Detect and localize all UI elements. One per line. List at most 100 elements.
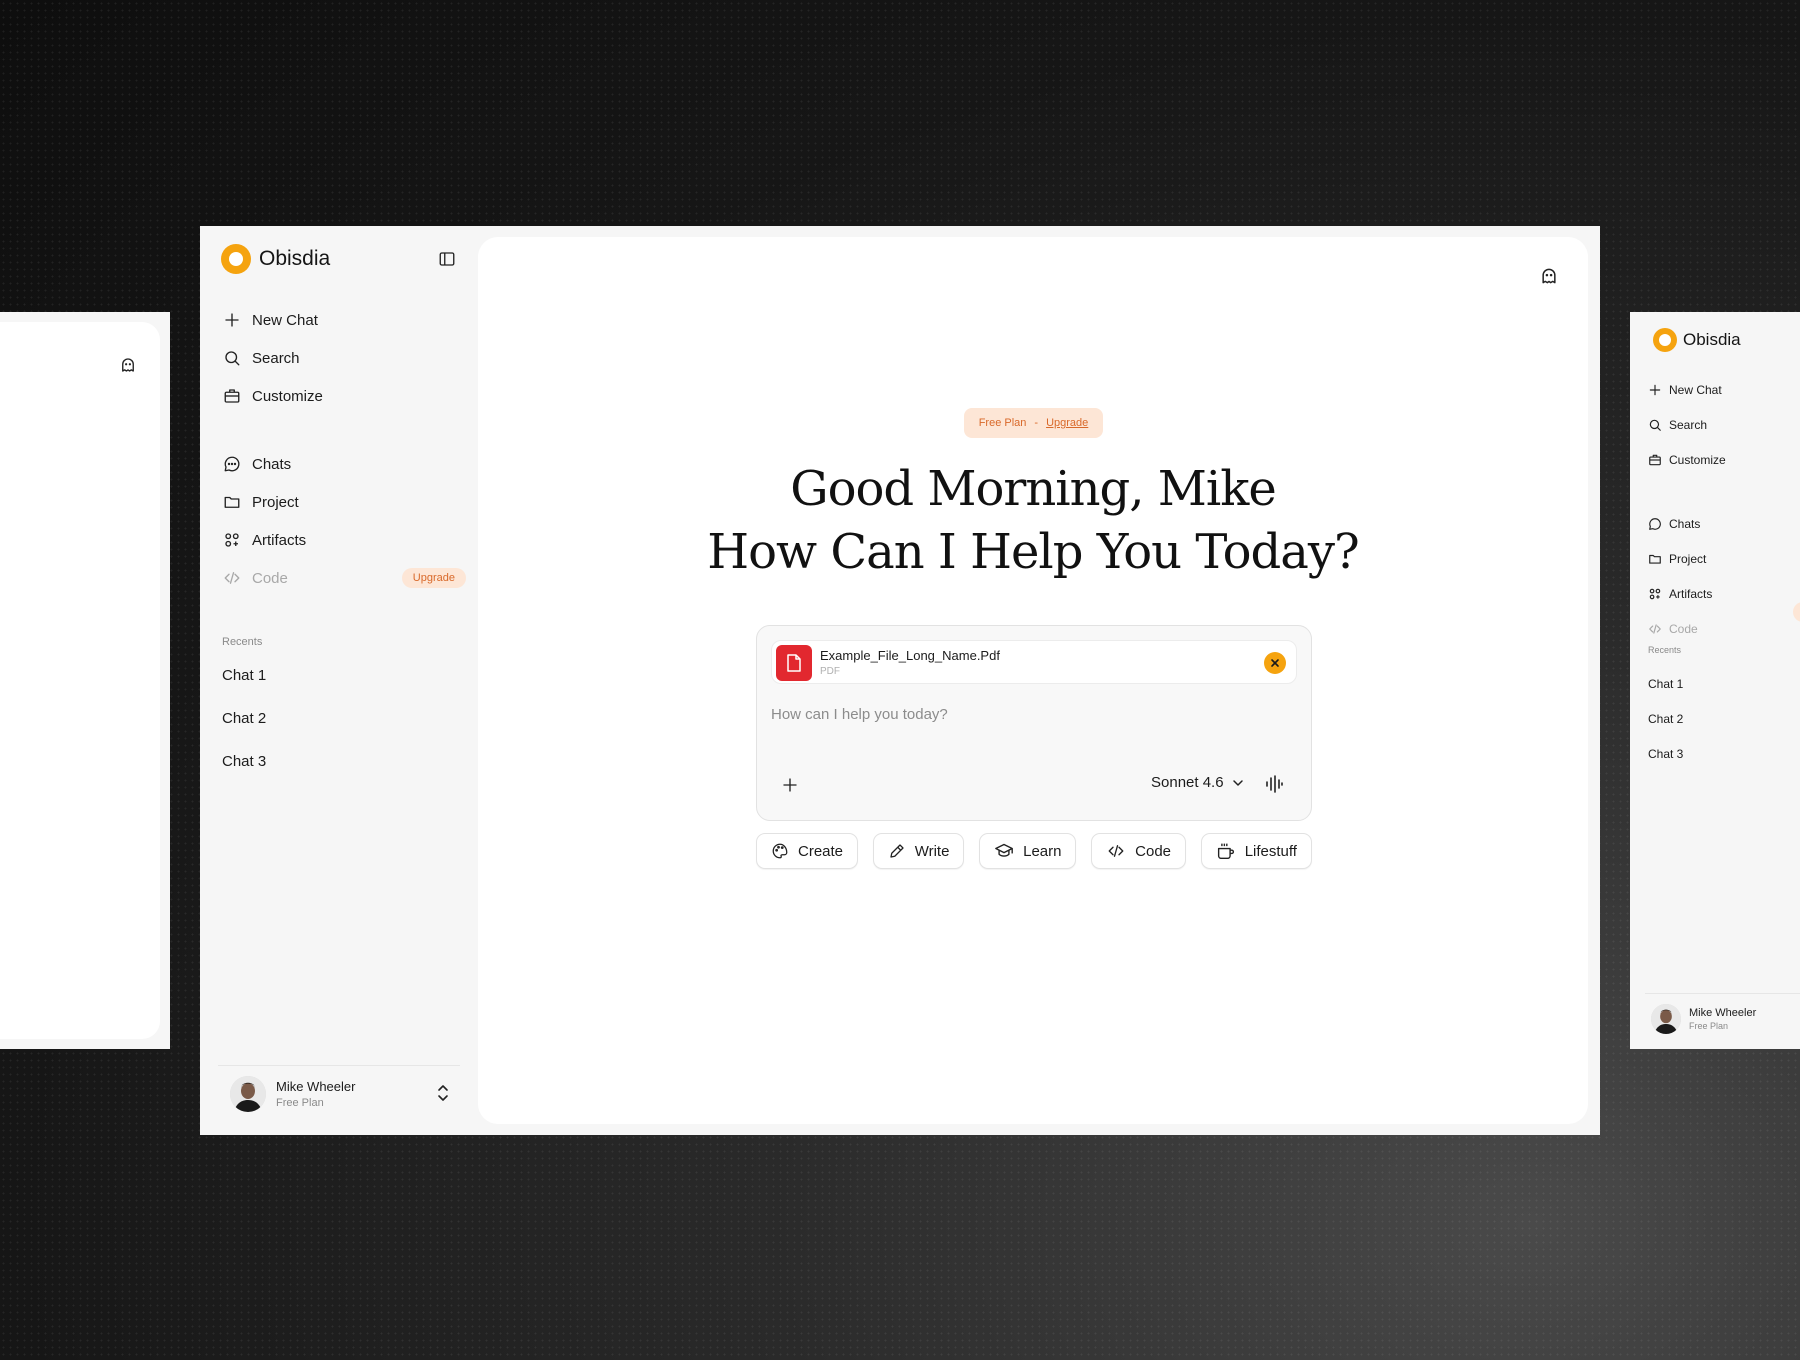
model-selector[interactable]: Sonnet 4.6 [1151, 774, 1244, 791]
main-window: Obisdia New Chat Search Customize Chats [200, 226, 1600, 1135]
chat-bubble-icon [1648, 517, 1662, 531]
left-partial-content [0, 322, 160, 1039]
chip-label: Lifestuff [1244, 842, 1297, 860]
sidebar-item-new-chat[interactable]: New Chat [1648, 372, 1798, 407]
chip-lifestuff[interactable]: Lifestuff [1200, 833, 1312, 869]
brand-name: Obisdia [259, 247, 331, 270]
user-menu[interactable]: Mike Wheeler Free Plan [218, 1065, 460, 1121]
recent-chat-item[interactable]: Chat 2 [1648, 701, 1683, 736]
secondary-nav: Chats Project Artifacts Code [1648, 506, 1798, 646]
sidebar-item-label: Chats [1669, 516, 1701, 531]
recent-chat-item[interactable]: Chat 1 [1648, 666, 1683, 701]
pdf-file-icon [776, 645, 812, 681]
secondary-nav: Chats Project Artifacts Code Upgrade [222, 445, 466, 597]
chip-label: Write [914, 842, 950, 860]
composer: Example_File_Long_Name.Pdf PDF Sonnet 4.… [756, 625, 1312, 821]
sidebar-item-label: Customize [1669, 452, 1726, 467]
user-plan: Free Plan [276, 1096, 324, 1109]
sidebar-item-chats[interactable]: Chats [1648, 506, 1798, 541]
plan-pill-separator: - [1034, 417, 1039, 429]
search-icon [1648, 418, 1662, 432]
pencil-icon [888, 842, 906, 860]
sidebar-item-label: Code [1669, 621, 1698, 636]
coffee-cup-icon [1216, 842, 1236, 860]
attachment-name: Example_File_Long_Name.Pdf [820, 648, 1000, 663]
plus-icon [1648, 383, 1662, 397]
sidebar-item-label: Artifacts [252, 531, 307, 549]
artifacts-icon [1648, 587, 1662, 601]
chevron-up-down-icon[interactable] [436, 1082, 450, 1104]
left-partial-window [0, 312, 170, 1049]
recents-label: Recents [222, 636, 263, 648]
sidebar-item-search[interactable]: Search [222, 339, 466, 377]
plus-icon [222, 310, 242, 330]
code-icon [1106, 842, 1126, 860]
chip-label: Create [798, 842, 844, 860]
chip-label: Code [1135, 842, 1172, 860]
sidebar-item-search[interactable]: Search [1648, 407, 1798, 442]
primary-nav: New Chat Search Customize [1648, 372, 1798, 477]
chat-bubble-icon [222, 454, 242, 474]
brand[interactable]: Obisdia [221, 244, 330, 274]
upgrade-link[interactable]: Upgrade [1046, 417, 1088, 429]
sidebar-item-label: Project [1669, 551, 1707, 566]
greeting-line-1: Good Morning, Mike [790, 461, 1277, 517]
recent-chat-item[interactable]: Chat 3 [1648, 736, 1683, 771]
sidebar-item-label: New Chat [1669, 382, 1722, 397]
palette-icon [771, 842, 789, 860]
sidebar-item-label: New Chat [252, 311, 318, 329]
chip-learn[interactable]: Learn [979, 833, 1077, 869]
brand[interactable]: Obisdia [1653, 328, 1741, 352]
greeting-line-2: How Can I Help You Today? [707, 524, 1359, 580]
upgrade-badge[interactable]: Upgrade [401, 568, 466, 588]
remove-attachment-button[interactable] [1264, 652, 1286, 674]
user-name: Mike Wheeler [1689, 1006, 1757, 1019]
sidebar-item-label: Chats [252, 455, 292, 473]
sidebar-item-code[interactable]: Code Upgrade [222, 559, 466, 597]
sidebar-item-chats[interactable]: Chats [222, 445, 466, 483]
chip-label: Learn [1023, 842, 1062, 860]
sidebar-item-customize[interactable]: Customize [222, 377, 466, 415]
user-plan: Free Plan [1689, 1020, 1729, 1031]
brand-name: Obisdia [1683, 330, 1741, 349]
chip-create[interactable]: Create [756, 833, 859, 869]
plan-pill: Free Plan - Upgrade [964, 408, 1103, 438]
file-attachment[interactable]: Example_File_Long_Name.Pdf PDF [771, 640, 1297, 684]
right-partial-window: Obisdia New Chat Search Customize Chats … [1630, 312, 1800, 1049]
sidebar-item-label: Search [252, 349, 300, 367]
chip-write[interactable]: Write [872, 833, 965, 869]
sidebar-item-project[interactable]: Project [222, 483, 466, 521]
voice-input-icon[interactable] [1265, 774, 1283, 794]
sidebar-toggle-icon[interactable] [438, 250, 456, 268]
primary-nav: New Chat Search Customize [222, 301, 466, 415]
user-menu[interactable]: Mike Wheeler Free Plan [1645, 993, 1800, 1043]
recents-label: Recents [1648, 645, 1682, 655]
recent-chat-item[interactable]: Chat 1 [222, 654, 266, 697]
sidebar-item-project[interactable]: Project [1648, 541, 1798, 576]
ghost-icon[interactable] [1539, 266, 1559, 286]
model-name: Sonnet 4.6 [1151, 774, 1224, 791]
sidebar-item-customize[interactable]: Customize [1648, 442, 1798, 477]
recent-chat-item[interactable]: Chat 3 [222, 740, 266, 783]
attachment-type: PDF [820, 666, 840, 677]
sidebar-item-artifacts[interactable]: Artifacts [222, 521, 466, 559]
sidebar-item-label: Customize [252, 387, 323, 405]
add-attachment-button[interactable] [781, 776, 799, 794]
sidebar-item-artifacts[interactable]: Artifacts [1648, 576, 1798, 611]
chevron-down-icon [1232, 777, 1244, 789]
prompt-input[interactable] [771, 701, 1291, 727]
sidebar-item-new-chat[interactable]: New Chat [222, 301, 466, 339]
chip-code[interactable]: Code [1091, 833, 1187, 869]
sidebar-item-code[interactable]: Code [1648, 611, 1798, 646]
sidebar: Obisdia New Chat Search Customize Chats [200, 226, 470, 1135]
recent-chat-item[interactable]: Chat 2 [222, 697, 266, 740]
quick-action-chips: Create Write Learn Code Lifestuff [756, 833, 1312, 869]
recents-list: Chat 1 Chat 2 Chat 3 [222, 654, 266, 783]
sidebar-item-label: Code [252, 569, 288, 587]
obisdia-logo-icon [1653, 328, 1677, 352]
folder-icon [1648, 552, 1662, 566]
obisdia-logo-icon [221, 244, 251, 274]
main-content: Free Plan - Upgrade Good Morning, Mike H… [478, 237, 1588, 1124]
sidebar-item-label: Artifacts [1669, 586, 1713, 601]
ghost-icon[interactable] [119, 356, 137, 374]
